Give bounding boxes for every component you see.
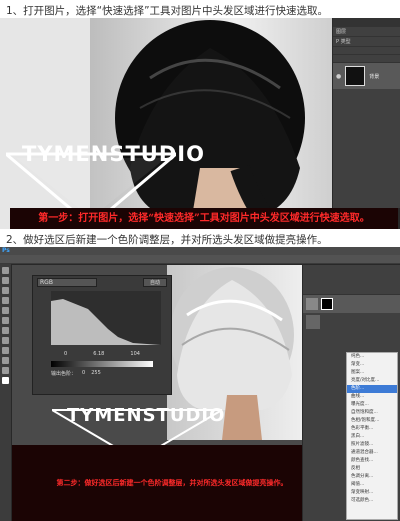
input-gamma-value[interactable]: 6.18: [93, 351, 104, 357]
canvas-area: RGB 自动 0 6.18 104 输出色阶： 0 255 TYMENSTUDI…: [12, 265, 332, 521]
blend-row[interactable]: [333, 47, 400, 55]
mask-thumbnail: [321, 298, 333, 310]
studio-logo-text: TYMENSTUDIO: [67, 405, 226, 426]
options-bar: [0, 255, 400, 264]
canvas-area: TYMENSTUDIO 第一步：打开图片，选择“快速选择”工具对图片中头发区域进…: [0, 18, 398, 229]
move-tool-icon[interactable]: [2, 267, 9, 274]
panel-header: [303, 265, 400, 295]
menu-item-invert[interactable]: 反相: [347, 465, 397, 473]
step1-caption: 1、打开图片，选择“快速选择”工具对图片中头发区域进行快速选取。: [6, 5, 329, 17]
layer-kind-filter[interactable]: P 类型: [333, 37, 400, 47]
levels-dialog: RGB 自动 0 6.18 104 输出色阶： 0 255: [32, 275, 172, 395]
output-white-value[interactable]: 255: [91, 370, 101, 377]
menu-item-selective-color[interactable]: 可选颜色...: [347, 497, 397, 505]
step1-banner: 第一步：打开图片，选择“快速选择”工具对图片中头发区域进行快速选取。: [10, 208, 398, 229]
layers-panel: 图层 P 类型 ● 背景: [332, 18, 400, 208]
gradient-tool-icon[interactable]: [2, 357, 9, 364]
menu-item-curves[interactable]: 曲线...: [347, 393, 397, 401]
adjustment-icon: [306, 298, 318, 310]
adjustment-context-menu: 纯色... 渐变... 图案... 亮度/对比度... 色阶... 曲线... …: [346, 352, 398, 520]
auto-button[interactable]: 自动: [143, 278, 167, 287]
lasso-tool-icon[interactable]: [2, 287, 9, 294]
studio-logo-text: TYMENSTUDIO: [22, 142, 205, 166]
menu-item-threshold[interactable]: 阈值...: [347, 481, 397, 489]
menu-item-pattern[interactable]: 图案...: [347, 369, 397, 377]
menu-item-brightness-contrast[interactable]: 亮度/对比度...: [347, 377, 397, 385]
menu-item-channel-mixer[interactable]: 通道混合器...: [347, 449, 397, 457]
color-swatch-icon[interactable]: [2, 377, 9, 384]
step1-screenshot: TYMENSTUDIO 第一步：打开图片，选择“快速选择”工具对图片中头发区域进…: [0, 18, 400, 229]
output-levels-label: 输出色阶：: [51, 371, 77, 377]
step2-caption: 2、做好选区后新建一个色阶调整层，并对所选头发区域做提亮操作。: [6, 234, 328, 246]
menu-item-black-white[interactable]: 黑白...: [347, 433, 397, 441]
photoshop-logo: Ps: [2, 247, 10, 254]
eyedropper-tool-icon[interactable]: [2, 317, 9, 324]
crop-tool-icon[interactable]: [2, 307, 9, 314]
menu-bar: Ps: [0, 247, 400, 255]
output-black-value[interactable]: 0: [82, 370, 85, 377]
layer-thumbnail: [345, 66, 366, 86]
toolbar: [0, 264, 11, 521]
menu-item-gradient-map[interactable]: 渐变映射...: [347, 489, 397, 497]
menu-item-levels[interactable]: 色阶...: [347, 385, 397, 393]
layer-row-levels[interactable]: [303, 295, 400, 313]
step2-banner: 第二步：做好选区后新建一个色阶调整层，并对所选头发区域做提亮操作。: [12, 445, 332, 521]
layer-row-background[interactable]: ● 背景: [333, 63, 400, 89]
panel-tab-layers[interactable]: 图层: [333, 27, 400, 37]
input-white-value[interactable]: 104: [130, 351, 140, 357]
menu-item-exposure[interactable]: 曝光度...: [347, 401, 397, 409]
eye-icon[interactable]: ●: [336, 73, 341, 80]
menu-item-photo-filter[interactable]: 照片滤镜...: [347, 441, 397, 449]
brush-tool-icon[interactable]: [2, 327, 9, 334]
lock-row[interactable]: [333, 55, 400, 63]
layer-thumbnail: [306, 315, 320, 329]
marquee-tool-icon[interactable]: [2, 277, 9, 284]
layer-row-background[interactable]: [303, 313, 400, 331]
menu-item-color-lookup[interactable]: 颜色查找...: [347, 457, 397, 465]
text-tool-icon[interactable]: [2, 367, 9, 374]
channel-select[interactable]: RGB: [37, 278, 97, 287]
histogram: [51, 291, 161, 345]
menu-item-gradient[interactable]: 渐变...: [347, 361, 397, 369]
panel-header: [333, 18, 400, 27]
input-black-value[interactable]: 0: [64, 351, 67, 357]
menu-item-vibrance[interactable]: 自然饱和度...: [347, 409, 397, 417]
menu-item-hue-saturation[interactable]: 色相/饱和度...: [347, 417, 397, 425]
layer-name: 背景: [369, 73, 380, 80]
quick-select-tool-icon[interactable]: [2, 297, 9, 304]
step2-screenshot: Ps RGB 自动 0 6.18 104 输出色阶： 0 255 TYMENST…: [0, 247, 400, 521]
menu-item-posterize[interactable]: 色调分离...: [347, 473, 397, 481]
eraser-tool-icon[interactable]: [2, 347, 9, 354]
stamp-tool-icon[interactable]: [2, 337, 9, 344]
menu-item-color-balance[interactable]: 色彩平衡...: [347, 425, 397, 433]
menu-item-solid-color[interactable]: 纯色...: [347, 353, 397, 361]
